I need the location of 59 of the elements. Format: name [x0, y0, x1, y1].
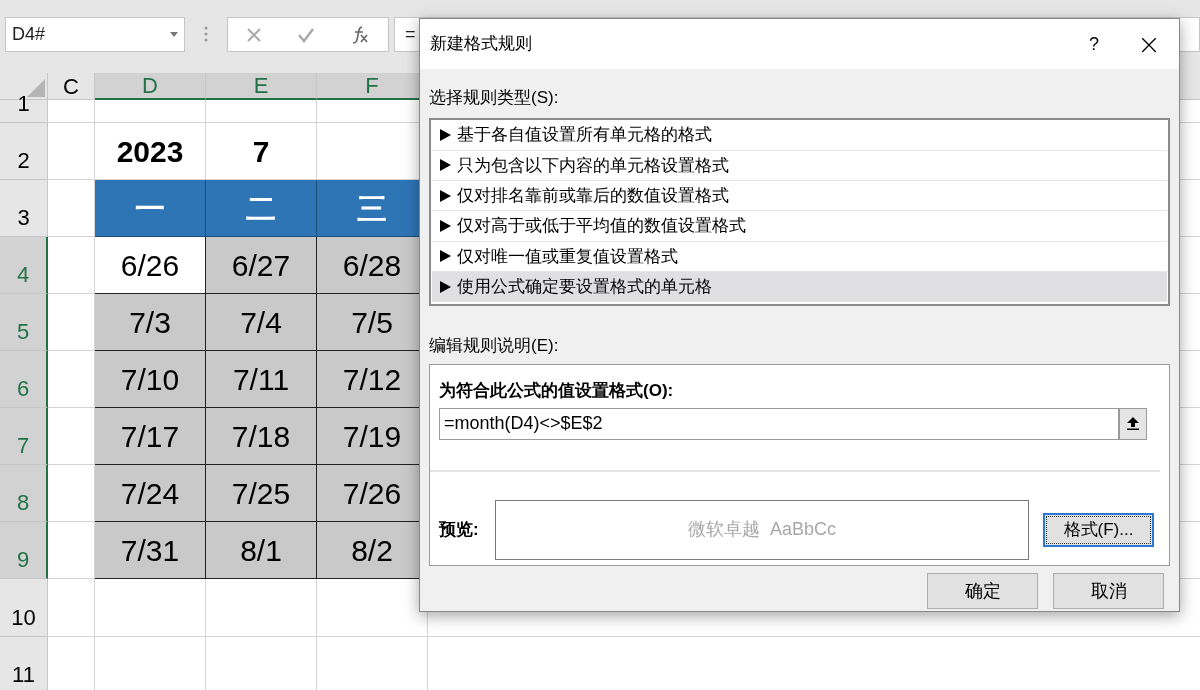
row-header[interactable]: 2 [0, 123, 48, 180]
ok-button[interactable]: 确定 [927, 573, 1038, 609]
table-cell: 一 [95, 180, 206, 237]
section-label: 选择规则类型(S): [429, 87, 560, 109]
table-cell: 8/1 [206, 522, 317, 579]
row-header[interactable]: 7 [0, 408, 48, 465]
table-cell: 7/3 [95, 294, 206, 351]
table-cell: 7/17 [95, 408, 206, 465]
upload-icon [1127, 417, 1139, 430]
table-cell: 二 [206, 180, 317, 237]
preview-box: 微软卓越 AaBbCc [495, 499, 1029, 560]
table-cell: 7/18 [206, 408, 317, 465]
table-cell: 6/27 [206, 237, 317, 294]
row-header[interactable]: 11 [0, 637, 48, 690]
table-cell: 7/25 [206, 465, 317, 522]
row-header[interactable]: 3 [0, 180, 48, 237]
collapse-button[interactable] [1119, 407, 1147, 440]
name-box[interactable]: D4# [5, 17, 185, 52]
column-header[interactable]: E [206, 73, 317, 100]
triangle-icon [440, 159, 451, 172]
window-title: 新建格式规则 [430, 33, 533, 56]
row-header[interactable]: 5 [0, 294, 48, 351]
table-cell: 7/10 [95, 351, 206, 408]
formula-field[interactable]: =month(D4)<>$E$2 [439, 407, 1119, 440]
row-header[interactable]: 8 [0, 465, 48, 522]
row-header[interactable]: 10 [0, 579, 48, 637]
cancel-icon[interactable] [245, 26, 262, 43]
triangle-icon [440, 250, 451, 263]
help-button[interactable]: ? [1069, 24, 1119, 64]
row-header[interactable]: 9 [0, 522, 48, 579]
row-header[interactable]: 4 [0, 237, 48, 294]
section-label: 编辑规则说明(E): [429, 334, 560, 357]
column-header[interactable]: C [48, 73, 95, 100]
format-button[interactable]: 格式(F)... [1043, 512, 1154, 547]
check-icon[interactable] [297, 26, 315, 43]
triangle-icon [440, 129, 451, 142]
cancel-button[interactable]: 取消 [1053, 573, 1164, 609]
table-cell: 7/4 [206, 294, 317, 351]
close-button[interactable]: × [1119, 24, 1179, 64]
triangle-icon [440, 189, 451, 202]
table-cell: 7/24 [95, 465, 206, 522]
row-header[interactable]: 6 [0, 351, 48, 408]
formula-label: 为符合此公式的值设置格式(O): [439, 380, 675, 402]
dropdown-icon [170, 32, 178, 37]
triangle-icon [440, 220, 451, 233]
triangle-icon [440, 280, 451, 293]
table-cell: 6/26 [95, 237, 206, 294]
table-cell-text: 2023 [116, 133, 184, 170]
table-cell: 7/11 [206, 351, 317, 408]
grip-icon [204, 26, 208, 42]
grid-cell [48, 100, 95, 123]
select-all-icon[interactable] [27, 79, 45, 97]
column-header[interactable]: D [95, 73, 206, 100]
function-icon[interactable] [350, 25, 371, 44]
list-item[interactable]: 使用公式确定要设置格式的单元格 [432, 272, 1167, 303]
preview-label: 预览: [439, 518, 480, 541]
table-cell: 7/31 [95, 522, 206, 579]
table-cell-text: 7 [252, 133, 270, 170]
grid-cell [48, 579, 95, 637]
